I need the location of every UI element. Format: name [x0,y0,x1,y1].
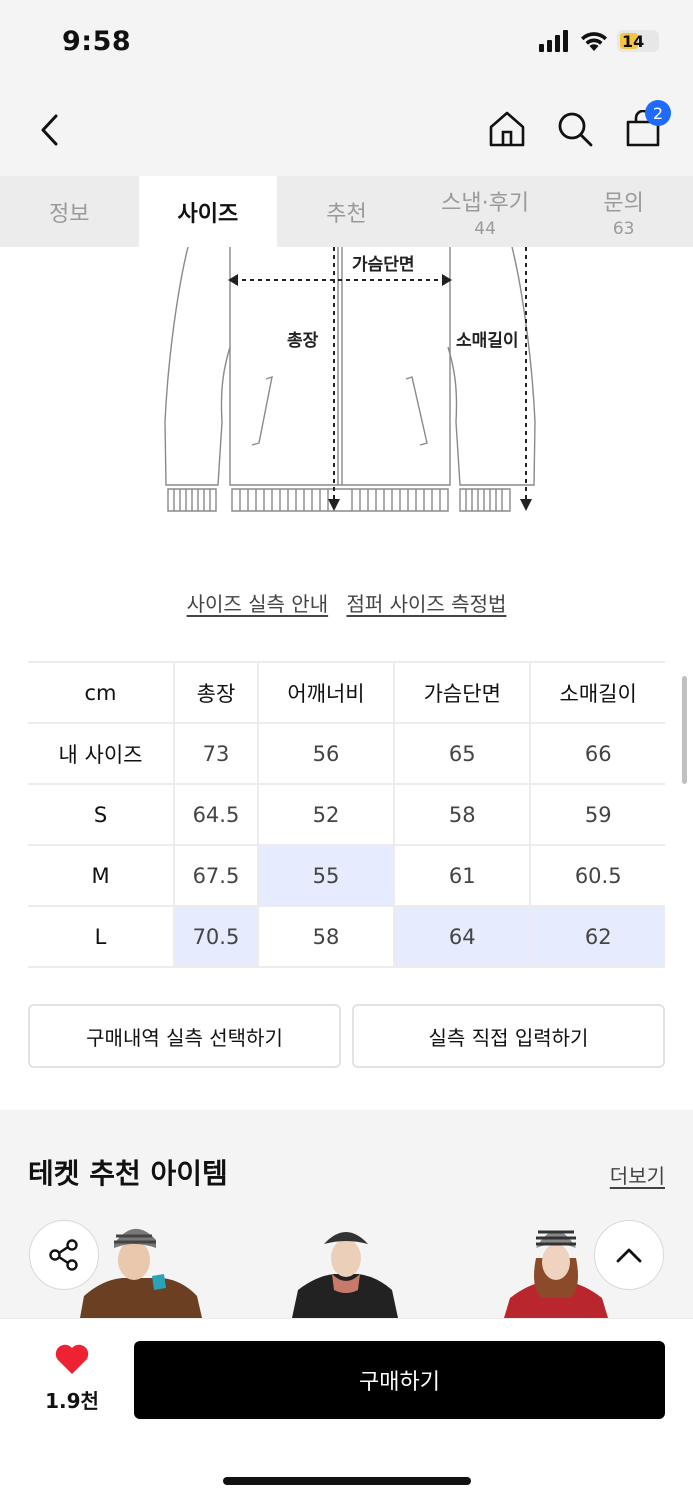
measure-method-link[interactable]: 점퍼 사이즈 측정법 [346,592,506,616]
signal-icon [539,30,568,52]
size-table: cm 총장 어깨너비 가슴단면 소매길이 내 사이즈 73 56 65 66 S… [28,661,665,968]
size-guide-links: 사이즈 실측 안내 점퍼 사이즈 측정법 [0,588,693,617]
wifi-icon [581,32,607,51]
tab-snap-review[interactable]: 스냅·후기 44 [416,176,555,247]
tab-inquiry[interactable]: 문의 63 [554,176,693,247]
table-cell: 66 [529,722,665,785]
scrollbar[interactable] [682,676,687,784]
tab-label: 정보 [49,201,90,227]
row-label: L [28,905,176,968]
table-cell: 58 [393,783,532,846]
view-more-link[interactable]: 더보기 [610,1160,665,1189]
manual-measurement-input-button[interactable]: 실측 직접 입력하기 [352,1004,665,1068]
header-actions: 2 [487,100,671,150]
scroll-to-top-button[interactable] [594,1220,664,1290]
table-cell-highlighted: 70.5 [173,905,259,968]
tab-count: 63 [612,218,635,239]
home-indicator [223,1477,471,1485]
table-cell: 52 [256,783,396,846]
table-header-row: cm 총장 어깨너비 가슴단면 소매길이 [28,661,665,724]
row-label: M [28,844,176,907]
table-header-cell: cm [28,661,176,724]
table-header-cell: 총장 [173,661,259,724]
sleeve-length-label: 소매길이 [456,331,519,351]
table-cell: 56 [256,722,396,785]
size-guide-link[interactable]: 사이즈 실측 안내 [187,592,329,616]
product-tab-bar: 정보 사이즈 추천 스냅·후기 44 문의 63 [0,176,693,247]
tab-size[interactable]: 사이즈 [138,176,278,247]
table-cell: 73 [173,722,259,785]
table-cell: 64.5 [173,783,259,846]
table-row-m: M 67.5 55 61 60.5 [28,844,665,907]
table-row-l: L 70.5 58 64 62 [28,905,665,968]
table-row-my-size: 내 사이즈 73 56 65 66 [28,722,665,785]
recommendation-title: 테켓 추천 아이템 [28,1157,228,1190]
heart-icon [55,1344,89,1374]
chevron-left-icon [41,114,58,146]
jacket-outline-illustration [164,246,536,512]
search-button[interactable] [555,108,595,150]
tab-info[interactable]: 정보 [0,176,139,247]
tab-count: 44 [474,218,496,239]
table-cell: 58 [256,905,396,968]
select-purchase-measurement-button[interactable]: 구매내역 실측 선택하기 [28,1004,341,1068]
cart-count-badge: 2 [645,100,671,126]
table-cell: 60.5 [529,844,665,907]
chevron-up-icon [616,1248,642,1263]
top-navigation: 2 [0,88,693,176]
tab-label: 문의 [603,190,644,216]
status-icons: 14 [539,30,659,52]
table-cell: 65 [393,722,532,785]
table-header-cell: 가슴단면 [393,661,532,724]
like-count: 1.9천 [45,1389,99,1413]
table-row-s: S 64.5 52 58 59 [28,783,665,846]
home-icon [489,111,525,147]
back-button[interactable] [30,110,70,150]
table-header-cell: 어깨너비 [256,661,396,724]
tab-recommend[interactable]: 추천 [277,176,416,247]
table-cell-highlighted: 62 [529,905,665,968]
status-bar: 9:58 14 [0,0,693,88]
tab-label: 추천 [326,201,367,227]
product-image [276,1218,416,1318]
tab-label: 사이즈 [177,201,239,227]
battery-icon: 14 [617,30,659,52]
size-measurement-diagram: 가슴단면 총장 소매길이 [160,246,540,522]
chest-width-label: 가슴단면 [352,255,415,275]
row-label: 내 사이즈 [28,722,176,785]
search-icon [558,112,593,147]
table-header-cell: 소매길이 [529,661,665,724]
product-thumbnail[interactable] [276,1218,416,1318]
table-cell-highlighted: 64 [393,905,532,968]
total-length-label: 총장 [287,331,319,351]
buy-button[interactable]: 구매하기 [134,1341,665,1419]
table-cell: 61 [393,844,532,907]
cart-button[interactable]: 2 [623,100,671,150]
tab-label: 스냅·후기 [441,190,530,216]
table-cell-highlighted: 55 [256,844,396,907]
bottom-purchase-bar: 1.9천 구매하기 [0,1318,693,1500]
home-button[interactable] [487,108,527,150]
table-cell: 67.5 [173,844,259,907]
share-button[interactable] [29,1220,99,1290]
table-cell: 59 [529,783,665,846]
measurement-actions: 구매내역 실측 선택하기 실측 직접 입력하기 [28,1004,665,1068]
share-icon [49,1239,78,1271]
battery-level: 14 [622,31,645,51]
status-time: 9:58 [62,26,132,57]
like-button[interactable]: 1.9천 [30,1343,114,1414]
row-label: S [28,783,176,846]
